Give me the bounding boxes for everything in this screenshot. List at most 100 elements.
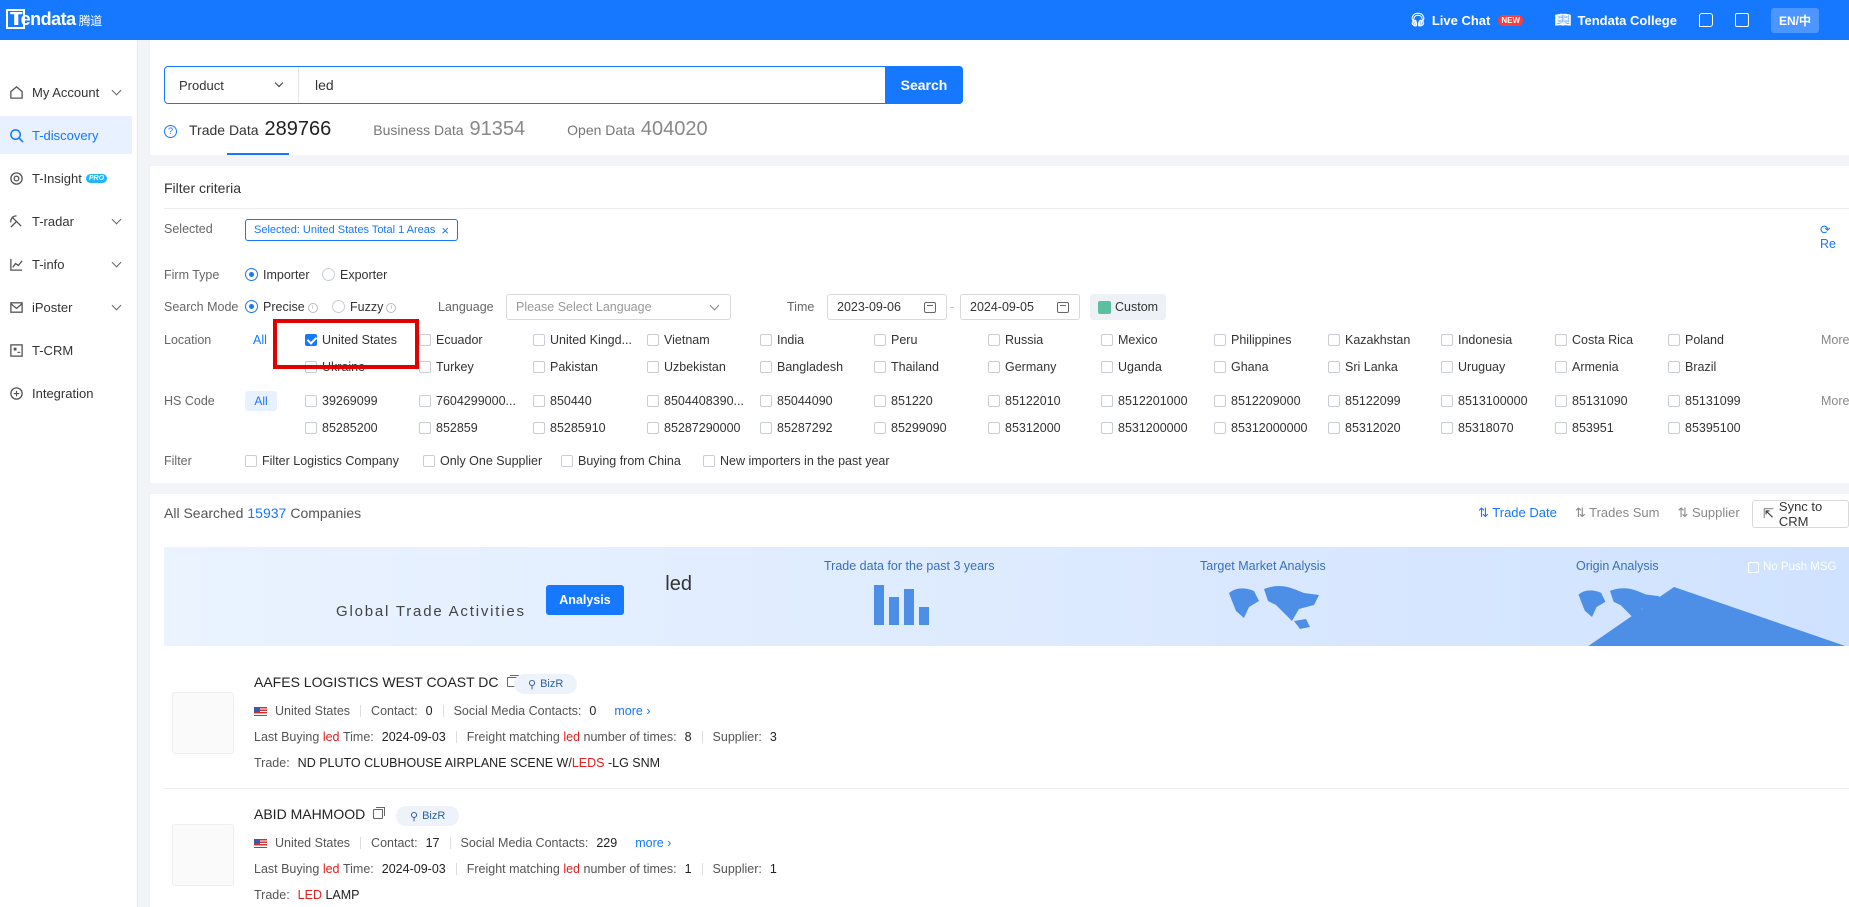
location-checkbox[interactable] <box>533 334 545 346</box>
hs-code-checkbox[interactable] <box>419 422 431 434</box>
reset-button[interactable]: ⟳ Re <box>1820 222 1849 251</box>
location-checkbox[interactable] <box>988 361 1000 373</box>
tendata-logo[interactable]: TTendata 腾道 <box>6 9 102 30</box>
hs-code-checkbox[interactable] <box>1441 395 1453 407</box>
location-checkbox[interactable] <box>647 361 659 373</box>
location-more-button[interactable]: More <box>1821 333 1849 347</box>
sidebar-item-t-discovery[interactable]: T-discovery <box>0 116 132 154</box>
importer-radio[interactable] <box>245 268 258 281</box>
location-checkbox[interactable] <box>1555 334 1567 346</box>
sort-supplier[interactable]: ⇅ Supplier <box>1677 505 1739 521</box>
close-icon[interactable]: × <box>441 223 449 238</box>
more-link[interactable]: more › <box>635 836 671 850</box>
language-switch[interactable]: EN/中 <box>1770 7 1819 33</box>
search-button[interactable]: Search <box>885 66 963 104</box>
hs-code-checkbox[interactable] <box>760 395 772 407</box>
help-icon[interactable]: ? <box>164 124 177 138</box>
company-name-link[interactable]: AAFES LOGISTICS WEST COAST DC <box>254 674 519 690</box>
hs-code-checkbox[interactable] <box>1668 422 1680 434</box>
hs-code-checkbox[interactable] <box>988 422 1000 434</box>
hs-code-checkbox[interactable] <box>760 422 772 434</box>
hs-code-checkbox[interactable] <box>874 422 886 434</box>
location-checkbox[interactable] <box>647 334 659 346</box>
hs-code-checkbox[interactable] <box>1668 395 1680 407</box>
custom-date-button[interactable]: Custom <box>1090 294 1167 320</box>
hs-code-checkbox[interactable] <box>1328 395 1340 407</box>
hs-code-checkbox[interactable] <box>1214 422 1226 434</box>
sidebar-item-t-crm[interactable]: T-CRM <box>0 331 132 369</box>
hs-code-checkbox[interactable] <box>305 422 317 434</box>
precise-radio[interactable] <box>245 300 258 313</box>
location-checkbox[interactable] <box>874 361 886 373</box>
analysis-button[interactable]: Analysis <box>546 585 624 615</box>
location-checkbox[interactable] <box>533 361 545 373</box>
location-checkbox[interactable] <box>1328 334 1340 346</box>
location-checkbox[interactable] <box>1668 334 1680 346</box>
hs-code-checkbox[interactable] <box>988 395 1000 407</box>
location-checkbox[interactable] <box>1555 361 1567 373</box>
sidebar-item-t-radar[interactable]: T-radar <box>0 202 132 240</box>
search-type-select[interactable]: Product <box>165 67 299 103</box>
hs-more-button[interactable]: More <box>1821 394 1849 408</box>
location-checkbox[interactable] <box>1441 334 1453 346</box>
only-one-supplier-checkbox[interactable] <box>423 455 435 467</box>
hs-code-checkbox[interactable] <box>647 395 659 407</box>
date-to-input[interactable]: 2024-09-05 <box>960 294 1080 320</box>
tab-trade-data[interactable]: ? Trade Data 289766 <box>164 118 331 141</box>
sidebar-item-t-insight[interactable]: T-Insight PRO <box>0 159 132 197</box>
location-checkbox[interactable] <box>419 361 431 373</box>
sidebar-item-t-info[interactable]: T-info <box>0 245 132 283</box>
location-checkbox[interactable] <box>760 334 772 346</box>
bizr-badge[interactable]: ⚲ BizR <box>396 806 460 826</box>
location-checkbox[interactable] <box>1668 361 1680 373</box>
sort-trades-sum[interactable]: ⇅ Trades Sum <box>1575 505 1660 521</box>
more-link[interactable]: more › <box>614 704 650 718</box>
hs-code-checkbox[interactable] <box>1328 422 1340 434</box>
hs-code-checkbox[interactable] <box>874 395 886 407</box>
hs-code-checkbox[interactable] <box>533 395 545 407</box>
location-checkbox[interactable] <box>874 334 886 346</box>
company-name-link[interactable]: ABID MAHMOOD <box>254 806 386 822</box>
hs-code-checkbox[interactable] <box>533 422 545 434</box>
hs-code-checkbox[interactable] <box>419 395 431 407</box>
location-checkbox[interactable] <box>1101 334 1113 346</box>
date-from-input[interactable]: 2023-09-06 <box>827 294 947 320</box>
sort-trade-date[interactable]: ⇅ Trade Date <box>1478 505 1557 521</box>
filter-logistics-checkbox[interactable] <box>245 455 257 467</box>
sidebar-item-iposter[interactable]: iPoster <box>0 288 132 326</box>
location-checkbox[interactable] <box>1328 361 1340 373</box>
copy-icon[interactable] <box>373 807 386 819</box>
sidebar-item-integration[interactable]: Integration <box>0 374 132 412</box>
search-input[interactable] <box>299 67 885 103</box>
language-select[interactable]: Please Select Language <box>506 294 731 320</box>
buying-from-china-checkbox[interactable] <box>561 455 573 467</box>
hs-code-checkbox[interactable] <box>1101 395 1113 407</box>
hs-code-checkbox[interactable] <box>1101 422 1113 434</box>
tab-business-data[interactable]: Business Data 91354 <box>373 118 525 141</box>
fullscreen-icon[interactable] <box>1734 13 1749 27</box>
no-push-toggle[interactable]: No Push MSG <box>1748 561 1837 573</box>
location-checkbox[interactable] <box>419 334 431 346</box>
hs-code-checkbox[interactable] <box>1214 395 1226 407</box>
location-checkbox[interactable] <box>1101 361 1113 373</box>
exporter-radio[interactable] <box>322 268 335 281</box>
location-checkbox[interactable] <box>1214 361 1226 373</box>
fuzzy-radio[interactable] <box>332 300 345 313</box>
sidebar-item-my-account[interactable]: My Account <box>0 73 132 111</box>
location-checkbox[interactable] <box>1214 334 1226 346</box>
hs-all-button[interactable]: All <box>245 391 277 411</box>
live-chat-button[interactable]: 🎧︎ Live Chat NEW <box>1409 12 1524 28</box>
hs-code-checkbox[interactable] <box>1555 395 1567 407</box>
location-all-link[interactable]: All <box>253 333 267 347</box>
location-checkbox[interactable] <box>760 361 772 373</box>
new-importers-checkbox[interactable] <box>703 455 715 467</box>
sync-to-crm-button[interactable]: ⇱ Sync to CRM <box>1752 499 1849 529</box>
hs-code-checkbox[interactable] <box>1441 422 1453 434</box>
college-button[interactable]: 📖︎ Tendata College <box>1555 12 1677 28</box>
hs-code-checkbox[interactable] <box>1555 422 1567 434</box>
no-push-checkbox[interactable] <box>1748 561 1759 573</box>
hs-code-checkbox[interactable] <box>647 422 659 434</box>
hs-code-checkbox[interactable] <box>305 395 317 407</box>
location-checkbox[interactable] <box>988 334 1000 346</box>
tab-open-data[interactable]: Open Data 404020 <box>567 118 707 141</box>
